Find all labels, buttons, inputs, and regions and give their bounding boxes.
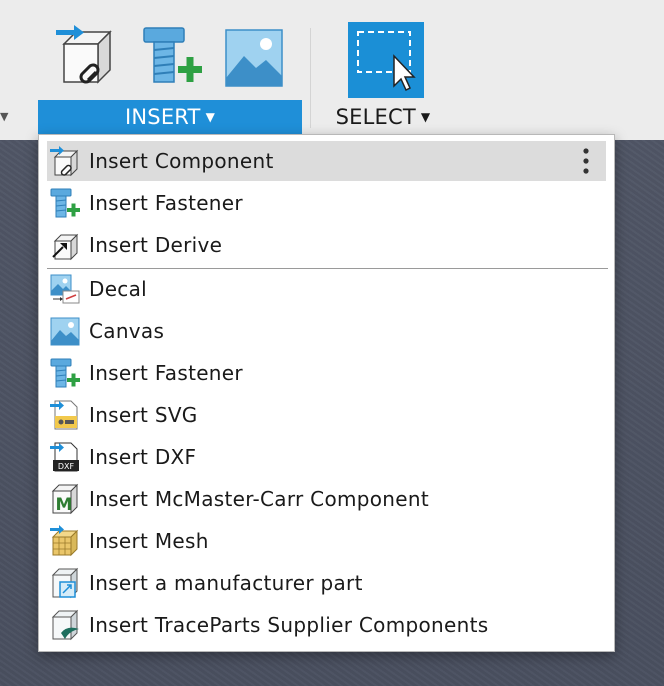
insert-dropdown-button[interactable]: INSERT ▼ [38,100,302,134]
menu-item-canvas[interactable]: Canvas [47,311,606,351]
menu-item-insert-svg[interactable]: Insert SVG [47,395,606,435]
menu-item-insert-fastener[interactable]: Insert Fastener [47,183,606,223]
menu-item-insert-fastener-2[interactable]: Insert Fastener [47,353,606,393]
menu-item-decal[interactable]: Decal [47,269,606,309]
menu-item-label: Insert Component [89,149,274,173]
menu-item-insert-dxf[interactable]: DXF Insert DXF [47,437,606,477]
menu-item-insert-mcmaster[interactable]: M Insert McMaster-Carr Component [47,479,606,519]
canvas-icon [50,317,80,346]
insert-fastener-icon [50,188,80,218]
insert-component-icon [50,146,79,177]
select-dropdown-button[interactable]: SELECT ▼ [318,100,448,134]
mcmaster-icon: M [51,483,79,515]
canvas-icon[interactable] [222,22,286,92]
select-label: SELECT [335,105,416,129]
menu-item-traceparts[interactable]: Insert TraceParts Supplier Components [47,605,606,645]
toolbar-divider [310,28,311,128]
insert-dxf-icon: DXF [50,442,79,472]
decal-icon [50,274,80,304]
insert-caret-icon: ▼ [205,110,216,124]
menu-item-label: Insert DXF [89,445,197,469]
mcmaster-icon-text: M [56,495,73,515]
select-window-icon[interactable] [352,26,416,96]
insert-mesh-icon [50,525,79,557]
menu-item-label: Insert Fastener [89,191,243,215]
insert-fastener-icon [50,358,80,388]
toolbar-left-caret[interactable]: ▼ [0,110,8,123]
menu-item-label: Insert Mesh [89,529,209,553]
menu-item-label: Insert SVG [89,403,198,427]
menu-item-label: Insert a manufacturer part [89,571,363,595]
toolbar: ▼ INSERT ▼ SELECT ▼ [0,0,664,140]
insert-fastener-icon[interactable] [140,22,204,92]
menu-item-manufacturer-part[interactable]: Insert a manufacturer part [47,563,606,603]
menu-item-insert-mesh[interactable]: Insert Mesh [47,521,606,561]
insert-derive-icon [52,233,79,261]
menu-item-insert-component[interactable]: Insert Component [47,141,606,181]
manufacturer-part-icon [51,567,79,599]
traceparts-icon [51,609,79,641]
insert-label: INSERT [124,105,201,129]
menu-item-label: Insert Fastener [89,361,243,385]
menu-item-label: Canvas [89,319,165,343]
menu-item-label: Decal [89,277,148,301]
menu-item-label: Insert Derive [89,233,223,257]
insert-svg-icon [50,400,78,430]
dxf-icon-text: DXF [58,462,75,471]
insert-component-icon[interactable] [52,22,116,92]
menu-item-label: Insert TraceParts Supplier Components [89,613,489,637]
select-caret-icon: ▼ [420,110,431,124]
menu-item-insert-derive[interactable]: Insert Derive [47,225,606,265]
menu-item-label: Insert McMaster-Carr Component [89,487,429,511]
more-options-icon[interactable] [582,147,590,175]
insert-dropdown-menu: Insert Component Insert Fastener Insert … [38,134,615,652]
